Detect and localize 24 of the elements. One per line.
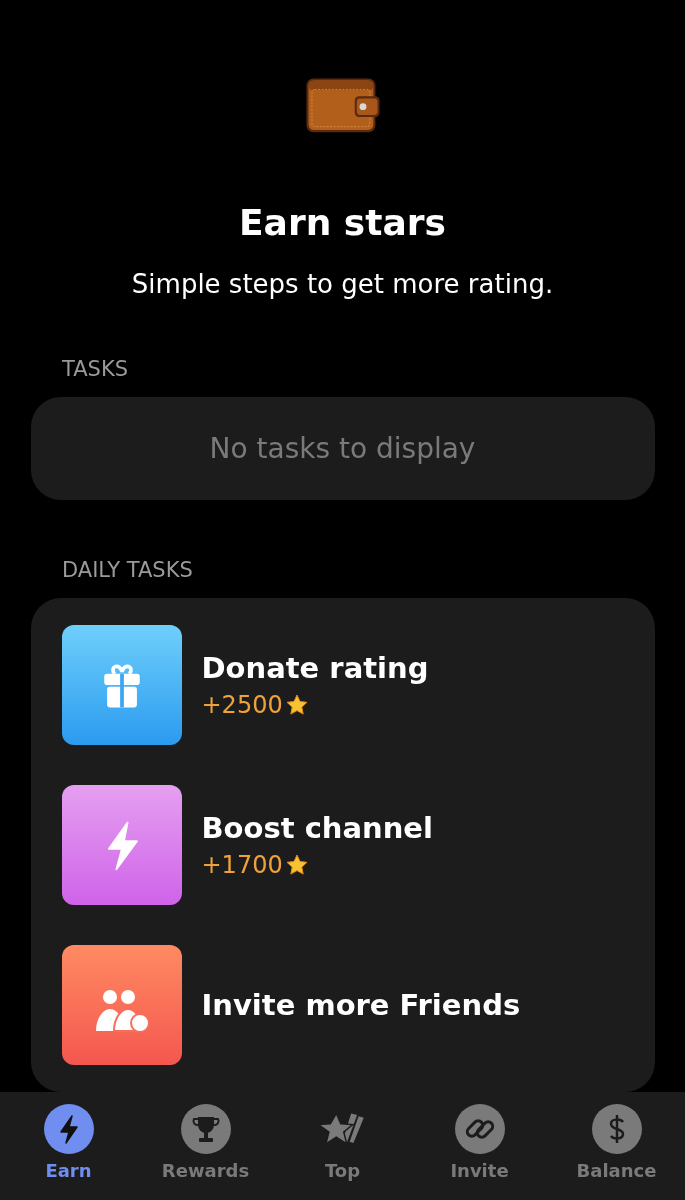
gift-icon[interactable] [61, 625, 182, 745]
task-title: Invite more Friends [201, 988, 521, 1022]
nav-tab[interactable]: Invite [419, 1104, 540, 1181]
star-icon [284, 853, 309, 877]
people-icon[interactable] [61, 945, 182, 1065]
page-subtitle: Simple steps to get more rating. [131, 268, 554, 299]
section-label: DAILY TASKS [62, 558, 193, 582]
page-title: Earn stars [239, 201, 446, 243]
dollar-icon [591, 1104, 642, 1154]
star-icon [284, 693, 309, 717]
reward-amount: +2500 [201, 691, 283, 719]
nav-tab[interactable]: Top [282, 1104, 403, 1181]
nav-tab[interactable]: Earn [8, 1104, 129, 1181]
lightning-icon[interactable] [61, 785, 182, 905]
link-icon [454, 1104, 505, 1154]
trophy-icon [180, 1104, 231, 1154]
section-label: TASKS [62, 356, 128, 381]
nav-tab[interactable]: Balance [556, 1104, 677, 1181]
task-title: Donate rating [201, 651, 429, 685]
task-title: Boost channel [201, 811, 433, 845]
nav-tab[interactable]: Rewards [145, 1104, 266, 1181]
reward-amount: +1700 [201, 851, 283, 879]
lightning-icon [43, 1104, 94, 1154]
empty-message: No tasks to display [209, 431, 476, 465]
